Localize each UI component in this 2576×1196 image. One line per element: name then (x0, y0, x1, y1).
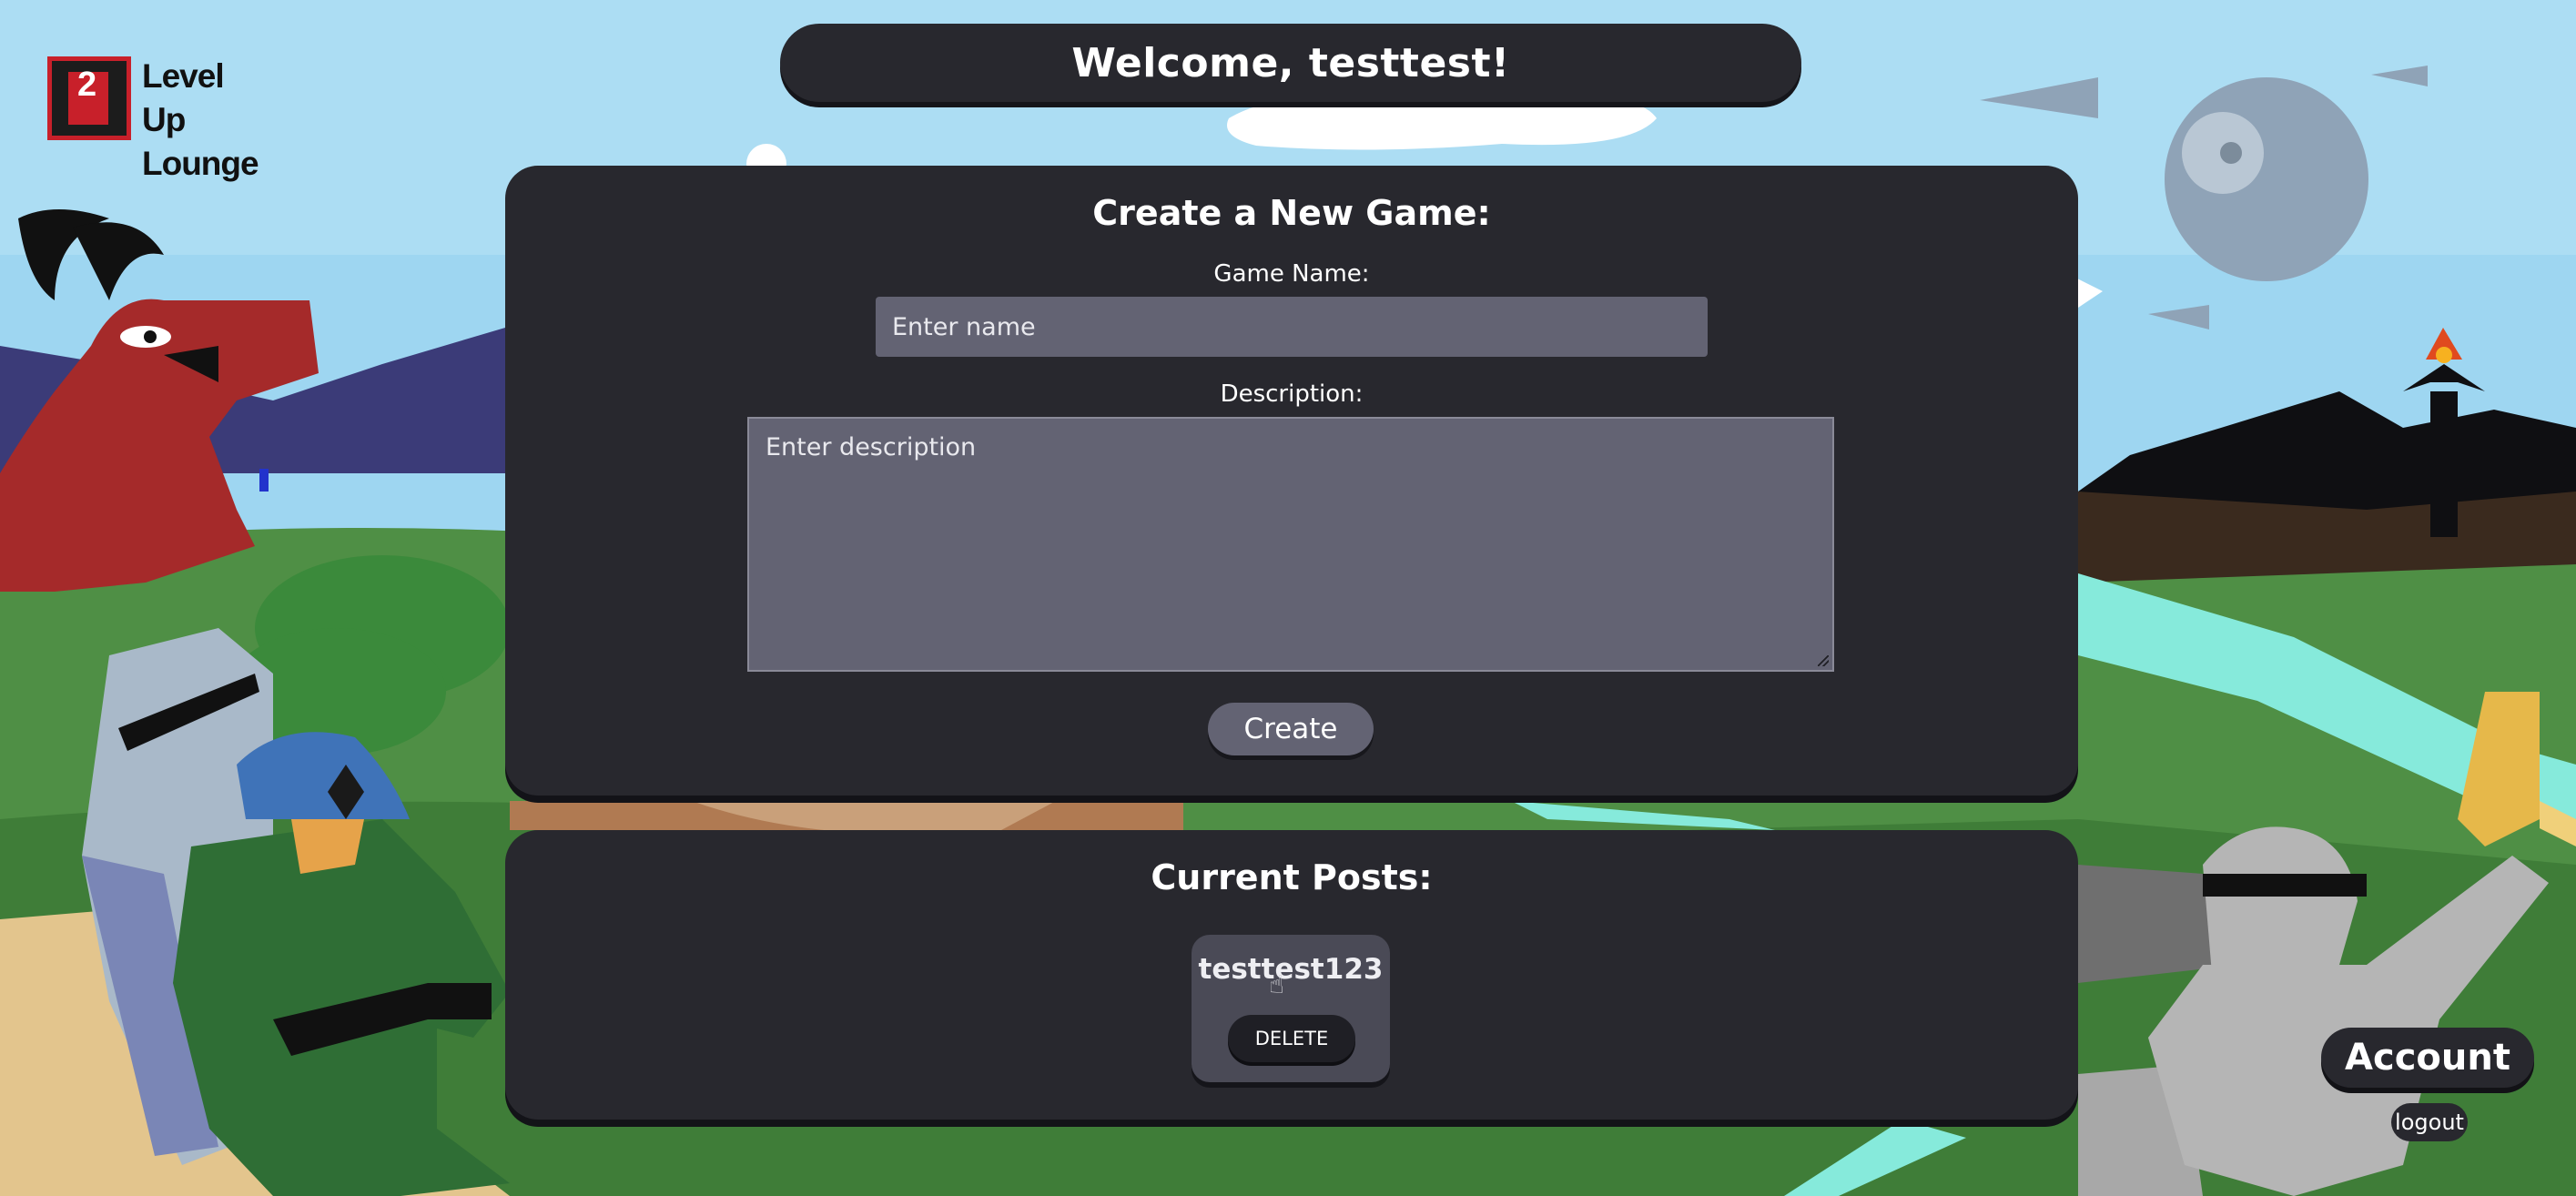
logo-number: 2 (77, 66, 97, 104)
game-name-placeholder: Enter name (892, 312, 1036, 341)
logout-button[interactable]: logout (2391, 1103, 2468, 1141)
logo[interactable]: 2 Level Up Lounge (47, 51, 266, 182)
create-button[interactable]: Create (1208, 703, 1374, 755)
description-placeholder: Enter description (766, 433, 977, 461)
current-posts-panel: Current Posts: testtest123 ☝ DELETE (505, 830, 2078, 1120)
logo-text: Level Up Lounge (142, 57, 259, 182)
pointer-cursor-icon: ☝ (1269, 969, 1285, 999)
game-name-label: Game Name: (1213, 260, 1370, 288)
resize-handle-icon[interactable] (1818, 655, 1829, 666)
description-textarea[interactable]: Enter description (747, 417, 1834, 672)
delete-post-button[interactable]: DELETE (1228, 1015, 1355, 1062)
description-label: Description: (1220, 380, 1364, 408)
post-title[interactable]: testtest123 (1192, 953, 1390, 986)
game-name-input[interactable]: Enter name (876, 297, 1708, 357)
create-game-title: Create a New Game: (1092, 193, 1491, 233)
post-card[interactable]: testtest123 ☝ DELETE (1192, 935, 1390, 1082)
welcome-text: Welcome, testtest! (1071, 39, 1510, 86)
account-button[interactable]: Account (2321, 1028, 2534, 1088)
current-posts-title: Current Posts: (1151, 857, 1433, 897)
welcome-banner: Welcome, testtest! (780, 24, 1801, 102)
create-game-panel: Create a New Game: Game Name: Enter name… (505, 166, 2078, 796)
